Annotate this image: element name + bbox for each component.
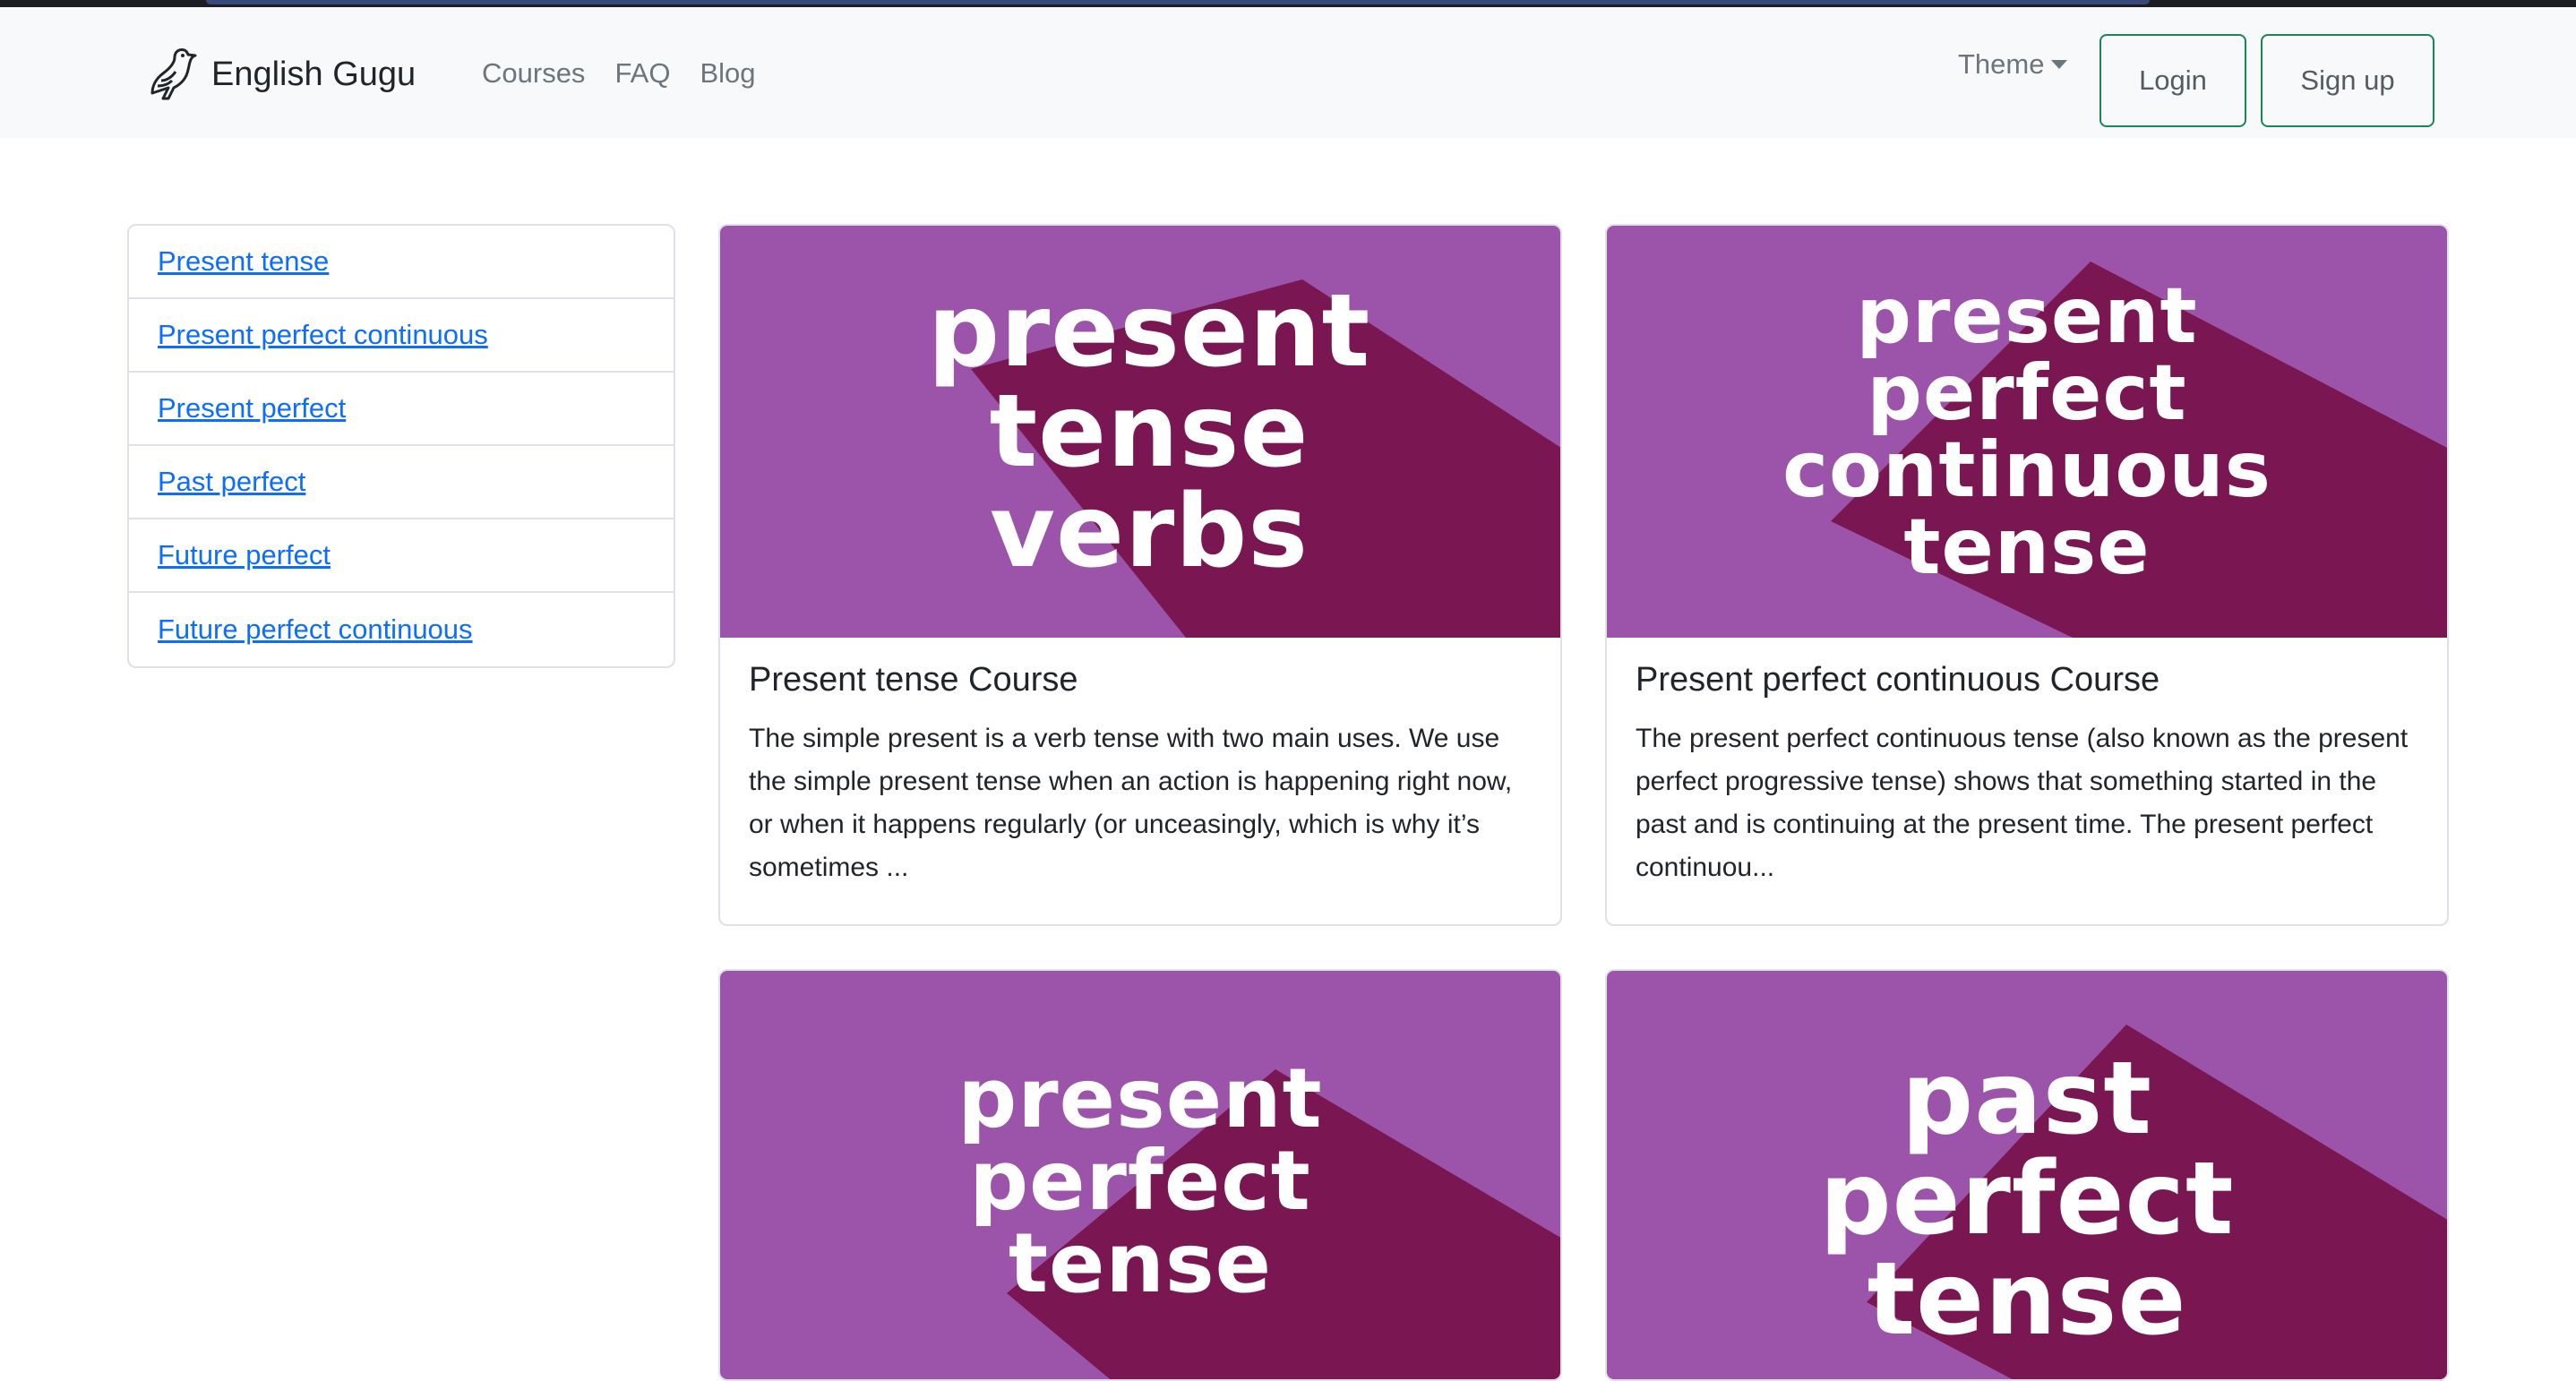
course-image-text: present perfect tense xyxy=(720,971,1560,1379)
image-text-line: past xyxy=(1902,1041,2152,1157)
course-image-text: present perfect continuous tense xyxy=(1607,226,2447,638)
brand-name: English Gugu xyxy=(211,55,416,93)
sidebar-link[interactable]: Future perfect xyxy=(158,539,331,571)
window-top-strip xyxy=(0,0,2576,7)
nav-links: Courses FAQ Blog xyxy=(482,57,756,90)
theme-dropdown[interactable]: Theme xyxy=(1958,48,2068,81)
sidebar-item-future-perfect-continuous: Future perfect continuous xyxy=(129,593,674,666)
image-text-line: verbs xyxy=(989,474,1309,590)
image-text-line: perfect xyxy=(969,1133,1311,1229)
nav-link-blog[interactable]: Blog xyxy=(700,57,755,90)
caret-down-icon xyxy=(2051,60,2068,69)
image-text-line: perfect xyxy=(1819,1141,2235,1257)
sidebar-link[interactable]: Past perfect xyxy=(158,466,305,498)
sidebar-item-present-tense: Present tense xyxy=(129,226,674,299)
nav-link-faq[interactable]: FAQ xyxy=(614,57,670,90)
sidebar-link[interactable]: Present perfect xyxy=(158,392,346,425)
bird-logo-icon xyxy=(150,48,197,100)
course-image-text: present tense verbs xyxy=(720,226,1560,638)
theme-label: Theme xyxy=(1958,48,2045,80)
sidebar-item-present-perfect: Present perfect xyxy=(129,373,674,446)
nav-link-courses[interactable]: Courses xyxy=(482,57,585,90)
card-title[interactable]: Present tense Course xyxy=(749,661,1532,699)
course-card[interactable]: present tense verbs Present tense Course… xyxy=(718,224,1562,926)
signup-button[interactable]: Sign up xyxy=(2261,34,2434,127)
card-body: Present tense Course The simple present … xyxy=(720,638,1560,922)
image-text-line: tense xyxy=(1008,1215,1273,1311)
course-card-image: present perfect tense xyxy=(720,971,1560,1379)
course-card[interactable]: present perfect tense xyxy=(718,969,1562,1381)
sidebar-link[interactable]: Future perfect continuous xyxy=(158,613,473,646)
course-card-image: present perfect continuous tense xyxy=(1607,226,2447,638)
image-text-line: tense xyxy=(1903,502,2151,592)
image-text-line: present xyxy=(927,273,1371,390)
login-button[interactable]: Login xyxy=(2099,34,2246,127)
course-card-image: present tense verbs xyxy=(720,226,1560,638)
course-card[interactable]: past perfect tense xyxy=(1605,969,2449,1381)
sidebar-link[interactable]: Present tense xyxy=(158,245,329,278)
card-description: The present perfect continuous tense (al… xyxy=(1636,724,2409,882)
image-text-line: present xyxy=(1856,271,2198,361)
course-image-text: past perfect tense xyxy=(1607,971,2447,1379)
image-text-line: tense xyxy=(989,373,1309,490)
course-card[interactable]: present perfect continuous tense Present… xyxy=(1605,224,2449,926)
image-text-line: perfect xyxy=(1867,348,2187,438)
image-text-line: present xyxy=(957,1051,1323,1146)
browser-tab-edge xyxy=(206,0,2150,4)
card-title[interactable]: Present perfect continuous Course xyxy=(1636,661,2418,699)
card-description: The simple present is a verb tense with … xyxy=(749,724,1513,882)
course-sidebar: Present tense Present perfect continuous… xyxy=(127,224,675,668)
sidebar-link[interactable]: Present perfect continuous xyxy=(158,319,488,351)
image-text-line: tense xyxy=(1867,1241,2187,1358)
card-body: Present perfect continuous Course The pr… xyxy=(1607,638,2447,922)
sidebar-item-present-perfect-continuous: Present perfect continuous xyxy=(129,299,674,373)
navbar: English Gugu Courses FAQ Blog Theme Logi… xyxy=(0,7,2576,138)
sidebar-item-future-perfect: Future perfect xyxy=(129,519,674,593)
brand-logo-link[interactable]: English Gugu xyxy=(145,43,416,106)
course-card-image: past perfect tense xyxy=(1607,971,2447,1379)
sidebar-item-past-perfect: Past perfect xyxy=(129,446,674,519)
image-text-line: continuous xyxy=(1782,425,2271,515)
